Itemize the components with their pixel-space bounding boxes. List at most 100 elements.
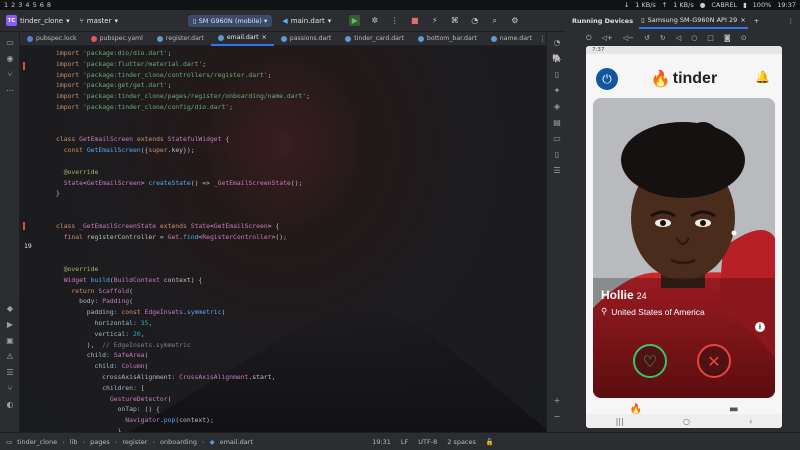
chevron-down-icon: ▾	[114, 16, 118, 25]
line-ending[interactable]: LF	[401, 438, 408, 446]
outline-icon[interactable]: ☰	[551, 166, 563, 178]
add-icon[interactable]: +	[754, 17, 759, 25]
devtools-icon[interactable]: ⌘	[449, 15, 460, 26]
bell-icon[interactable]: 🔔	[755, 70, 770, 84]
tab-name-dart[interactable]: name.dart	[484, 32, 539, 46]
power-icon[interactable]: ⏻	[586, 34, 592, 43]
close-icon[interactable]: ×	[740, 16, 745, 24]
workspace-3[interactable]: 3	[18, 1, 22, 9]
branch-selector[interactable]: ⑂ master ▾	[80, 17, 118, 25]
dart-file-icon	[345, 35, 352, 42]
workspace-8[interactable]: 8	[47, 1, 51, 9]
device-selector[interactable]: ▯ SM G960N (mobile) ▾	[188, 14, 273, 27]
tab-email-dart[interactable]: email.dart ×	[210, 32, 274, 46]
flutter-inspector-icon[interactable]: ✦	[551, 86, 563, 98]
project-selector[interactable]: TC tinder_clone ▾	[6, 15, 70, 26]
chat-icon[interactable]: ▬	[729, 404, 738, 415]
workspace-4[interactable]: 4	[25, 1, 29, 9]
more-tools-icon[interactable]: ⋯	[4, 86, 16, 98]
workspace-2[interactable]: 2	[11, 1, 15, 9]
breadcrumb-item[interactable]: register	[122, 438, 147, 446]
project-icon: ▭	[6, 437, 13, 446]
screenshot-icon[interactable]: ◙	[724, 34, 731, 42]
run-icon[interactable]: ▶	[349, 15, 361, 26]
pull-request-icon[interactable]: ⑂	[4, 70, 16, 82]
tab-passions-dart[interactable]: passions.dart	[274, 32, 338, 46]
logout-power-icon[interactable]: ⏻	[596, 68, 618, 90]
flame-icon[interactable]: 🔥	[630, 404, 642, 415]
device-explorer-icon[interactable]: ▤	[551, 118, 563, 130]
tab-pubspec-lock[interactable]: pubspec.lock	[20, 32, 84, 46]
breadcrumb-item[interactable]: email.dart	[220, 438, 253, 446]
zoom-in-icon[interactable]: +	[551, 396, 563, 408]
back-icon[interactable]: ◁	[676, 34, 681, 42]
overview-icon[interactable]: □	[707, 34, 714, 42]
stop-icon[interactable]: ■	[409, 15, 420, 26]
device-panel: ⏻ ◁+ ◁− ↺ ↻ ◁ ○ □ ◙ ⊙ 7:37 ⏻ 🔥tinder 🔔	[566, 32, 800, 432]
breadcrumb-item[interactable]: tinder_clone	[17, 438, 57, 446]
phone-screen[interactable]: 7:37 ⏻ 🔥 tinder 🔔 Hollie 24 ⚲ United Sta…	[586, 46, 782, 428]
dart-file-icon	[490, 35, 497, 42]
code-editor[interactable]: pubspec.lock pubspec.yaml register.dart …	[20, 32, 546, 432]
dart-analysis-icon[interactable]: ◆	[4, 304, 16, 316]
logcat-icon[interactable]: ☰	[4, 368, 16, 380]
nope-button[interactable]: ✕	[697, 344, 731, 378]
run-config-name: main.dart	[290, 16, 325, 25]
emulator-icon[interactable]: ▯	[551, 150, 563, 162]
home-icon[interactable]: ○	[683, 417, 690, 426]
version-control-icon[interactable]: ⑂	[4, 384, 16, 396]
project-tool-icon[interactable]: ▭	[4, 38, 16, 50]
flutter-performance-icon[interactable]: ◈	[551, 102, 563, 114]
problems-icon[interactable]: ⚠	[4, 352, 16, 364]
tab-label: passions.dart	[289, 35, 332, 42]
like-button[interactable]: ♡	[633, 344, 667, 378]
notifications-icon[interactable]: ◔	[551, 38, 563, 50]
run-tool-icon[interactable]: ▶	[4, 320, 16, 332]
profile-card[interactable]: Hollie 24 ⚲ United States of America i ♡ ✕	[593, 98, 775, 398]
screen-record-icon[interactable]: ⊙	[741, 34, 747, 42]
settings-icon[interactable]: ⚙	[509, 15, 520, 26]
lock-icon[interactable]: 🔓	[486, 438, 494, 446]
recents-icon[interactable]: |||	[616, 417, 624, 426]
workspace-1[interactable]: 1	[4, 1, 8, 9]
indent-setting[interactable]: 2 spaces	[447, 438, 476, 446]
run-config-selector[interactable]: ◀ main.dart ▾	[282, 17, 331, 25]
more-icon[interactable]: ⋮	[788, 17, 795, 25]
close-icon[interactable]: ×	[262, 34, 267, 41]
breadcrumb-item[interactable]: pages	[90, 438, 110, 446]
tab-bottom-bar-dart[interactable]: bottom_bar.dart	[411, 32, 484, 46]
info-icon[interactable]: i	[755, 322, 765, 332]
tab-register-dart[interactable]: register.dart	[150, 32, 211, 46]
device-manager-icon[interactable]: ▯	[551, 70, 563, 82]
volume-down-icon[interactable]: ◁−	[623, 34, 634, 42]
search-icon[interactable]: ⌕	[489, 15, 500, 26]
debug-icon[interactable]: ✲	[369, 15, 380, 26]
tab-pubspec-yaml[interactable]: pubspec.yaml	[84, 32, 150, 46]
rotate-left-icon[interactable]: ↺	[644, 34, 650, 42]
device-tab[interactable]: ▯ Samsung SM-G960N API 29 ×	[639, 13, 748, 29]
app-quality-icon[interactable]: ◐	[4, 400, 16, 412]
caret-position[interactable]: 19:31	[372, 438, 391, 446]
hot-reload-icon[interactable]: ⚡	[429, 15, 440, 26]
home-icon[interactable]: ○	[691, 34, 697, 42]
rotate-right-icon[interactable]: ↻	[660, 34, 666, 42]
tab-tinder-card-dart[interactable]: tinder_card.dart	[338, 32, 411, 46]
code-content[interactable]: import 'package:dio/dio.dart'; import 'p…	[56, 48, 310, 432]
workspace-5[interactable]: 5	[33, 1, 37, 9]
file-encoding[interactable]: UTF-8	[418, 438, 437, 446]
gradle-icon[interactable]: 🐘	[551, 54, 563, 66]
net-down-icon: ↓	[623, 1, 630, 9]
commit-tool-icon[interactable]: ◉	[4, 54, 16, 66]
volume-up-icon[interactable]: ◁+	[602, 34, 613, 42]
breadcrumb-item[interactable]: lib	[70, 438, 78, 446]
workspace-6[interactable]: 6	[40, 1, 44, 9]
back-icon[interactable]: ‹	[749, 417, 752, 426]
more-icon[interactable]: ⋮	[539, 35, 546, 43]
profile-icon[interactable]: ◔	[469, 15, 480, 26]
workspace-list[interactable]: 1234568	[4, 1, 54, 9]
terminal-icon[interactable]: ▣	[4, 336, 16, 348]
running-devices-icon[interactable]: ▭	[551, 134, 563, 146]
zoom-out-icon[interactable]: −	[551, 412, 563, 424]
more-icon[interactable]: ⋮	[389, 15, 400, 26]
breadcrumb-item[interactable]: onboarding	[160, 438, 197, 446]
